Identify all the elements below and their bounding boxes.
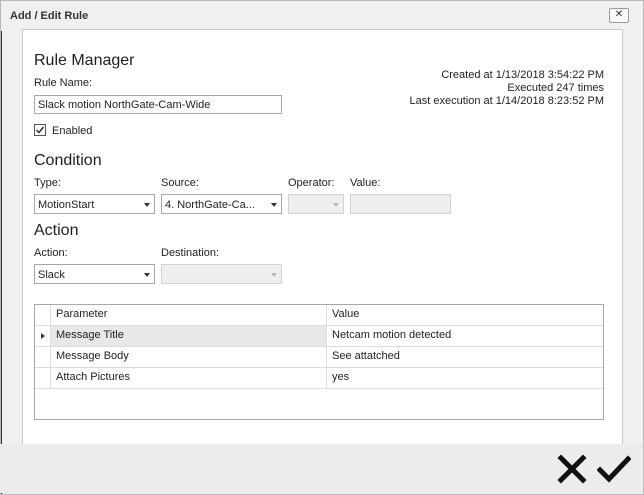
table-row[interactable]: Message Title Netcam motion detected: [35, 326, 603, 347]
left-edge-line: [1, 1, 2, 494]
rule-name-label: Rule Name:: [34, 77, 93, 89]
grid-header-row: Parameter Value: [35, 305, 603, 326]
type-label: Type:: [34, 177, 61, 189]
source-select-value: 4. NorthGate-Ca...: [165, 199, 255, 211]
source-select[interactable]: 4. NorthGate-Ca...: [161, 194, 282, 214]
parameters-grid: Parameter Value Message Title Netcam mot…: [34, 304, 604, 420]
chevron-down-icon: [333, 203, 339, 207]
value-label: Value:: [350, 177, 381, 189]
source-label: Source:: [161, 177, 199, 189]
window-close-button[interactable]: ✕: [609, 8, 629, 23]
rule-manager-heading: Rule Manager: [34, 52, 135, 69]
row-indicator: [35, 347, 51, 367]
condition-heading: Condition: [34, 152, 102, 169]
value-cell[interactable]: See attatched: [327, 347, 603, 367]
row-indicator: [35, 326, 51, 346]
row-indicator: [35, 368, 51, 388]
last-execution-text: Last execution at 1/14/2018 8:23:52 PM: [409, 95, 604, 107]
destination-label: Destination:: [161, 247, 220, 259]
operator-select: [288, 194, 344, 214]
enabled-checkbox[interactable]: [34, 124, 46, 136]
destination-select: [161, 264, 282, 284]
created-text: Created at 1/13/2018 3:54:22 PM: [441, 69, 604, 81]
rule-name-input[interactable]: Slack motion NorthGate-Cam-Wide: [34, 95, 282, 114]
ok-button[interactable]: [597, 454, 631, 484]
table-row[interactable]: Message Body See attatched: [35, 347, 603, 368]
parameter-cell[interactable]: Message Body: [51, 347, 327, 367]
column-header-parameter[interactable]: Parameter: [51, 305, 327, 325]
title-bar: Add / Edit Rule ✕: [1, 1, 643, 31]
executed-text: Executed 247 times: [507, 82, 604, 94]
type-select[interactable]: MotionStart: [34, 194, 155, 214]
current-row-icon: [41, 333, 45, 339]
parameter-cell[interactable]: Attach Pictures: [51, 368, 327, 388]
chevron-down-icon: [144, 273, 150, 277]
action-select[interactable]: Slack: [34, 264, 155, 284]
dialog-footer: [0, 444, 642, 493]
value-cell[interactable]: yes: [327, 368, 603, 388]
type-select-value: MotionStart: [38, 199, 95, 211]
value-input: [350, 194, 451, 214]
value-cell[interactable]: Netcam motion detected: [327, 326, 603, 346]
window-title: Add / Edit Rule: [10, 10, 89, 22]
chevron-down-icon: [271, 273, 277, 277]
cancel-button[interactable]: [557, 454, 587, 484]
parameter-cell[interactable]: Message Title: [51, 326, 327, 346]
operator-label: Operator:: [288, 177, 335, 189]
chevron-down-icon: [144, 203, 150, 207]
row-indicator-header: [35, 305, 51, 325]
checkmark-icon: [597, 455, 631, 483]
close-icon: [557, 454, 587, 484]
enabled-label: Enabled: [52, 125, 93, 137]
checkmark-small-icon: [36, 126, 45, 134]
table-row[interactable]: Attach Pictures yes: [35, 368, 603, 389]
chevron-down-icon: [271, 203, 277, 207]
action-select-value: Slack: [38, 269, 65, 281]
column-header-value[interactable]: Value: [327, 305, 603, 325]
action-label: Action:: [34, 247, 68, 259]
action-heading: Action: [34, 222, 79, 239]
